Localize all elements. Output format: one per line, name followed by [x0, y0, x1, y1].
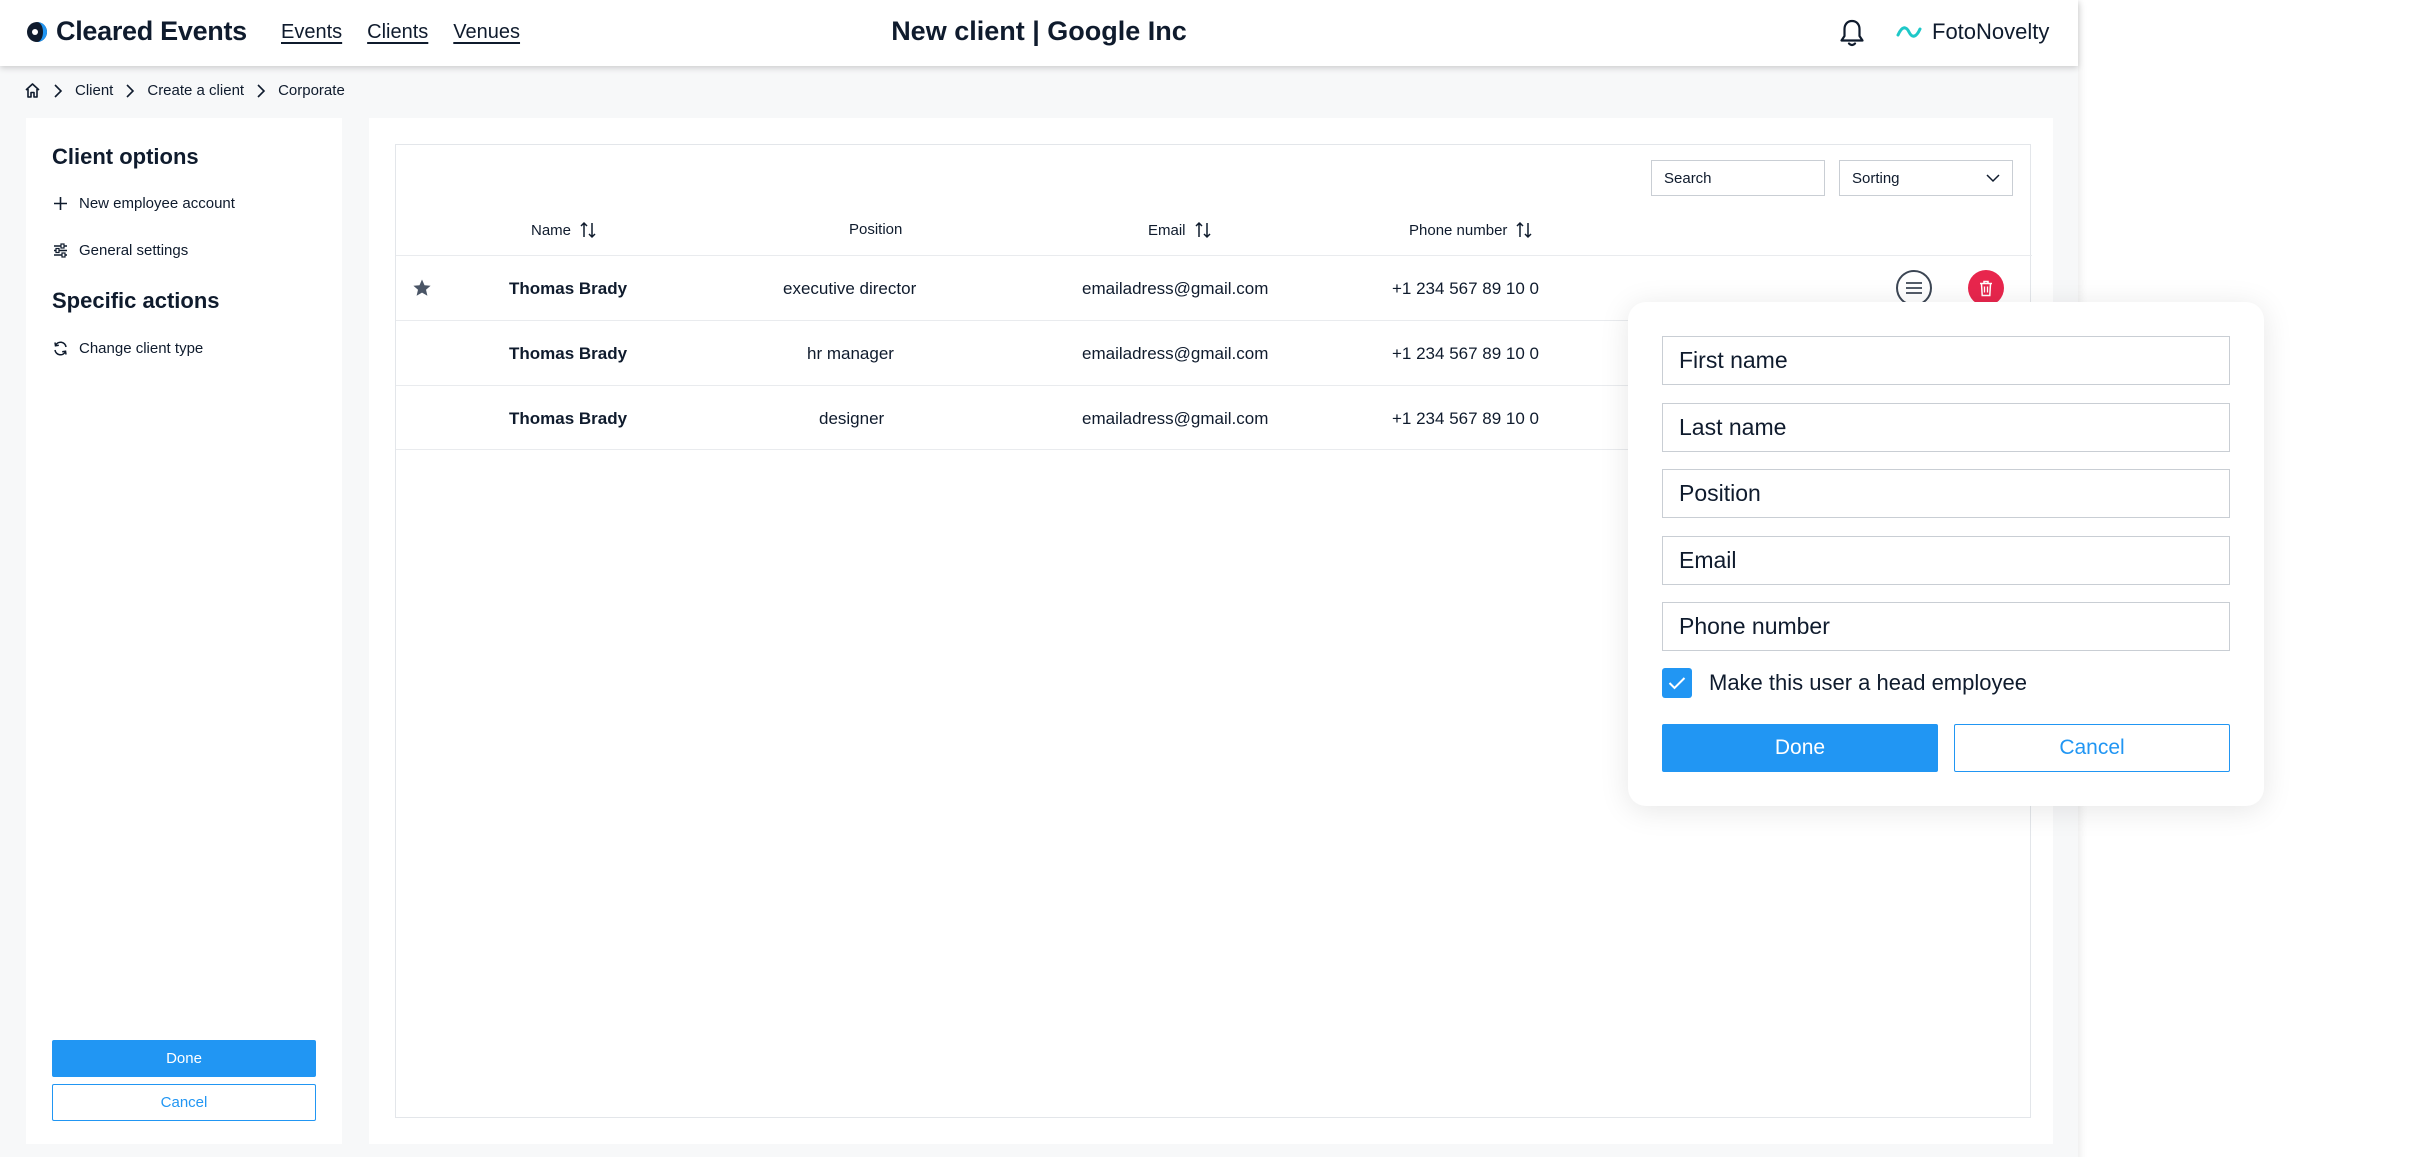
cell-position: hr manager: [807, 343, 894, 363]
checkmark-icon: [1668, 677, 1686, 690]
general-settings-label: General settings: [79, 242, 189, 259]
general-settings-item[interactable]: General settings: [52, 242, 188, 259]
client-options-heading: Client options: [52, 144, 199, 169]
last-name-field[interactable]: [1662, 403, 2230, 452]
breadcrumb-client[interactable]: Client: [75, 82, 113, 99]
row-delete-button[interactable]: [1968, 270, 2004, 306]
wave-icon: [1896, 26, 1922, 38]
email-field[interactable]: [1662, 536, 2230, 585]
sort-icon: [580, 221, 596, 239]
chevron-right-icon: [54, 83, 63, 98]
column-header-position: Position: [849, 221, 903, 238]
refresh-icon: [54, 341, 67, 356]
cell-position: designer: [819, 408, 885, 428]
sort-icon: [1194, 221, 1211, 239]
change-client-type-item[interactable]: Change client type: [52, 340, 203, 357]
menu-icon: [1906, 282, 1922, 294]
head-employee-checkbox[interactable]: [1662, 668, 1692, 698]
sliders-icon: [54, 243, 67, 258]
sidebar-cancel-button[interactable]: Cancel: [52, 1084, 316, 1121]
user-brand[interactable]: FotoNovelty: [1896, 19, 2049, 45]
cell-email: emailadress@gmail.com: [1082, 343, 1269, 363]
chevron-down-icon: [1986, 173, 2000, 182]
new-employee-account-label: New employee account: [79, 195, 235, 212]
head-employee-label: Make this user a head employee: [1709, 670, 2027, 695]
breadcrumb: Client Create a client Corporate: [24, 82, 345, 99]
trash-icon: [1980, 280, 1992, 296]
edit-employee-popup: Make this user a head employee Done Canc…: [1628, 302, 2264, 806]
phone-number-field[interactable]: [1662, 602, 2230, 651]
cell-phone: +1 234 567 89 10 0: [1392, 278, 1539, 298]
position-field[interactable]: [1662, 469, 2230, 518]
popup-cancel-button[interactable]: Cancel: [1954, 724, 2230, 772]
breadcrumb-create-client[interactable]: Create a client: [147, 82, 244, 99]
sorting-label: Sorting: [1852, 169, 1900, 187]
change-client-type-label: Change client type: [79, 340, 204, 357]
sorting-dropdown[interactable]: Sorting: [1839, 160, 2013, 196]
column-header-email[interactable]: Email: [1148, 221, 1212, 239]
specific-actions-heading: Specific actions: [52, 288, 220, 313]
cell-name: Thomas Brady: [509, 343, 628, 363]
sort-icon: [1516, 221, 1532, 239]
new-employee-account-item[interactable]: New employee account: [52, 195, 235, 212]
row-menu-button[interactable]: [1896, 270, 1932, 306]
breadcrumb-corporate: Corporate: [278, 82, 345, 99]
bell-icon[interactable]: [1838, 18, 1866, 48]
cell-name: Thomas Brady: [509, 278, 628, 298]
column-header-phone[interactable]: Phone number: [1409, 221, 1533, 239]
search-input[interactable]: [1651, 160, 1825, 196]
sidebar: Client options New employee account Gene…: [26, 118, 342, 1144]
page-title: New client | Google Inc: [891, 16, 1187, 46]
plus-icon: [54, 197, 67, 210]
cell-email: emailadress@gmail.com: [1082, 278, 1269, 298]
popup-done-button[interactable]: Done: [1662, 724, 1938, 772]
top-header: Cleared Events Events Clients Venues New…: [0, 0, 2078, 66]
chevron-right-icon: [257, 83, 266, 98]
cell-position: executive director: [783, 278, 917, 298]
first-name-field[interactable]: [1662, 336, 2230, 385]
star-icon[interactable]: [412, 278, 432, 298]
chevron-right-icon: [126, 83, 135, 98]
cell-name: Thomas Brady: [509, 408, 628, 428]
brand-name: FotoNovelty: [1932, 19, 2050, 44]
cell-phone: +1 234 567 89 10 0: [1392, 343, 1539, 363]
cell-email: emailadress@gmail.com: [1082, 408, 1269, 428]
head-employee-option[interactable]: Make this user a head employee: [1662, 668, 2027, 698]
cell-phone: +1 234 567 89 10 0: [1392, 408, 1539, 428]
sidebar-done-button[interactable]: Done: [52, 1040, 316, 1077]
home-icon[interactable]: [24, 82, 41, 99]
column-header-name[interactable]: Name: [531, 221, 597, 239]
